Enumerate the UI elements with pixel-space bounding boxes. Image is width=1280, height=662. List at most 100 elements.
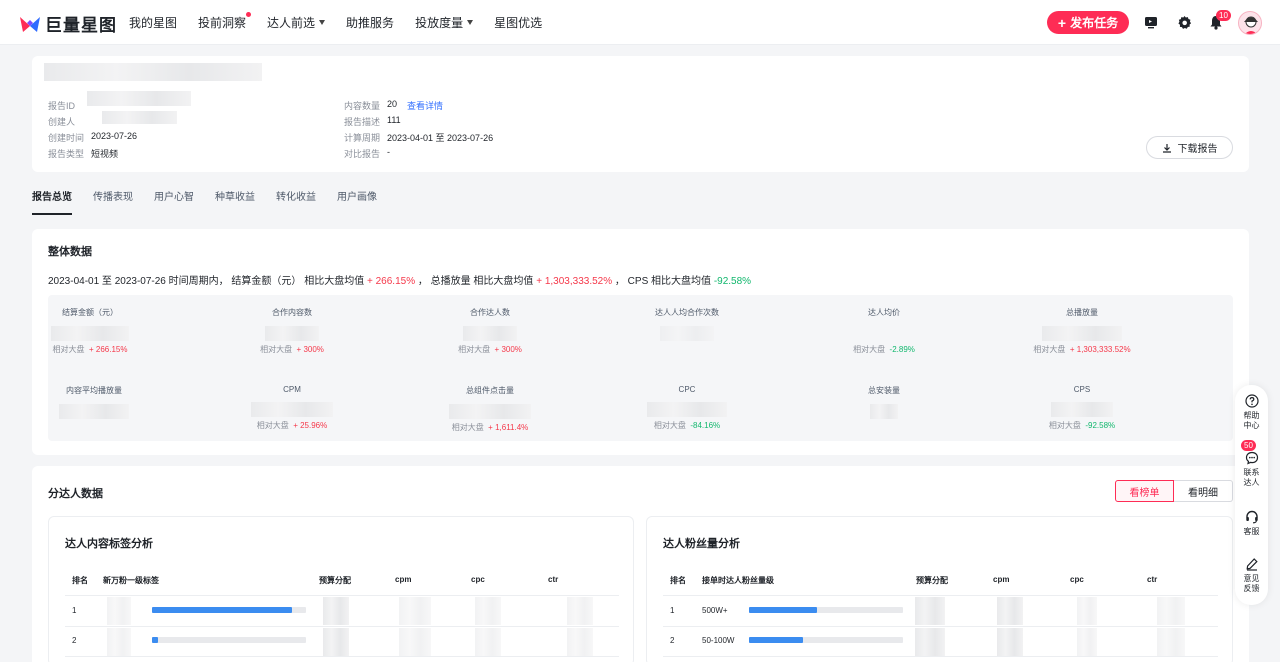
tag-name-redacted [107,628,131,656]
budget-redacted [323,597,349,625]
tag-name-redacted [107,597,131,625]
workbench-icon[interactable] [1142,13,1160,31]
row-divider [663,656,1218,657]
metric-value-redacted [51,326,129,341]
plus-icon: + [1057,14,1067,31]
brand-logo[interactable]: 巨量星图 [19,11,117,36]
help-center-button[interactable]: 帮助中心 [1235,394,1268,431]
metric-kol-count: 合作达人数 相对大盘 + 300% [400,307,580,355]
metric-value-redacted [1042,326,1122,341]
col-cpc: cpc [1070,575,1084,584]
nav-insight[interactable]: 投前洞察 [198,12,252,31]
nav-my-star[interactable]: 我的星图 [129,14,177,31]
ctr-redacted [1157,628,1185,656]
tab-seeding[interactable]: 种草收益 [215,188,255,215]
fans-title: 达人粉丝量分析 [663,538,740,550]
summary-value: -92.58% [713,276,752,287]
ctr-redacted [1157,597,1185,625]
metric-compare: 相对大盘 + 300% [260,345,324,354]
side-label: 帮助中心 [1243,411,1260,430]
view-ranking-button[interactable]: 看榜单 [1115,480,1174,502]
ctr-redacted [567,628,593,656]
customer-service-button[interactable]: 客服 [1235,510,1268,537]
tab-spread[interactable]: 传播表现 [93,188,133,215]
tab-mindshare[interactable]: 用户心智 [154,188,194,215]
view-detail-button[interactable]: 看明细 [1174,480,1233,502]
notification-badge: 10 [1216,10,1231,21]
create-time-label: 创建时间 [48,133,85,143]
budget-bar-fill [749,637,803,643]
avatar[interactable] [1238,11,1262,35]
metric-compare: 相对大盘 + 1,303,333.52% [1033,345,1131,354]
fans-panel: 达人粉丝量分析 排名 接单时达人粉丝量级 预算分配 cpm cpc ctr 1 … [646,516,1233,662]
rank-value: 1 [670,606,675,615]
metric-label: CPS [1073,385,1091,394]
nav-label: 投前洞察 [198,16,247,30]
budget-bar [749,637,903,643]
budget-bar [152,607,306,613]
nav-kol-select[interactable]: 达人前选 [267,14,326,31]
bell-icon[interactable]: 10 [1207,10,1231,31]
gear-icon[interactable] [1175,13,1193,31]
col-cpm: cpm [993,575,1010,584]
nav-boost[interactable]: 助推服务 [346,14,394,31]
metric-value-redacted [463,326,517,341]
help-icon [1244,394,1259,408]
col-fans-level: 接单时达人粉丝量级 [702,576,774,585]
create-time-value: 2023-07-26 [91,131,138,141]
fans-level-value: 50-100W [702,636,735,645]
summary-text: ， 总播放量 相比大盘均值 [415,276,537,287]
metric-compare: 相对大盘 -84.16% [653,421,721,430]
tab-overview[interactable]: 报告总览 [32,188,72,215]
creator-redacted [102,111,177,124]
budget-bar-fill [152,607,293,613]
main-nav: 我的星图 投前洞察 达人前选 助推服务 投放度量 星图优选 [129,0,563,45]
report-type-value: 短视频 [91,149,119,159]
metric-label: 总播放量 [1066,308,1098,317]
new-dot [246,12,252,17]
col-ctr: ctr [1147,575,1158,584]
metric-value-redacted [1051,402,1113,417]
brand-name: 巨量星图 [45,16,117,35]
report-id-label: 报告ID [48,101,76,111]
contact-kol-button[interactable]: 50 联系达人 [1235,440,1268,488]
report-tabs: 报告总览 传播表现 用户心智 种草收益 转化收益 用户画像 [32,188,398,215]
feedback-button[interactable]: 意见反馈 [1235,557,1268,594]
edit-icon [1245,558,1258,571]
col-budget: 预算分配 [916,576,948,585]
metric-label: 达人均价 [868,308,900,317]
row-divider [65,626,619,627]
col-ctr: ctr [548,575,559,584]
metric-value-redacted [647,402,727,417]
tab-conversion[interactable]: 转化收益 [276,188,316,215]
side-label: 客服 [1243,527,1260,536]
nav-label: 我的星图 [129,16,178,30]
metric-value-redacted [449,404,531,419]
metric-cpm: CPM 相对大盘 + 25.96% [202,385,382,431]
metric-label: 总组件点击量 [466,386,514,395]
message-badge: 50 [1241,440,1256,451]
metric-value-redacted [870,404,898,419]
summary-value: + 1,303,333.52% [536,276,613,287]
publish-task-button[interactable]: + 发布任务 [1047,11,1129,34]
cpc-redacted [1077,628,1097,656]
top-bar: 巨量星图 我的星图 投前洞察 达人前选 助推服务 投放度量 星图优选 + 发布任… [0,0,1280,45]
side-toolbar: 帮助中心 50 联系达人 客服 意见反馈 [1235,385,1268,605]
tab-audience[interactable]: 用户画像 [337,188,377,215]
nav-optimal[interactable]: 星图优选 [494,14,542,31]
download-report-button[interactable]: 下载报告 [1146,136,1233,159]
budget-bar-fill [749,607,817,613]
view-details-link[interactable]: 查看详情 [407,99,443,112]
creator-label: 创建人 [48,117,76,127]
rank-value: 2 [72,636,77,645]
compare-report-value: - [387,147,390,157]
nav-measure[interactable]: 投放度量 [415,14,474,31]
report-id-redacted [87,91,191,106]
metric-installs: 总安装量 [794,385,974,419]
budget-bar-fill [152,637,159,643]
report-title-redacted [44,63,262,81]
metric-avg-plays: 内容平均播放量 [4,385,184,419]
col-budget: 预算分配 [319,576,351,585]
metric-compare: 相对大盘 + 266.15% [52,345,128,354]
logo-mark-icon [20,16,40,32]
